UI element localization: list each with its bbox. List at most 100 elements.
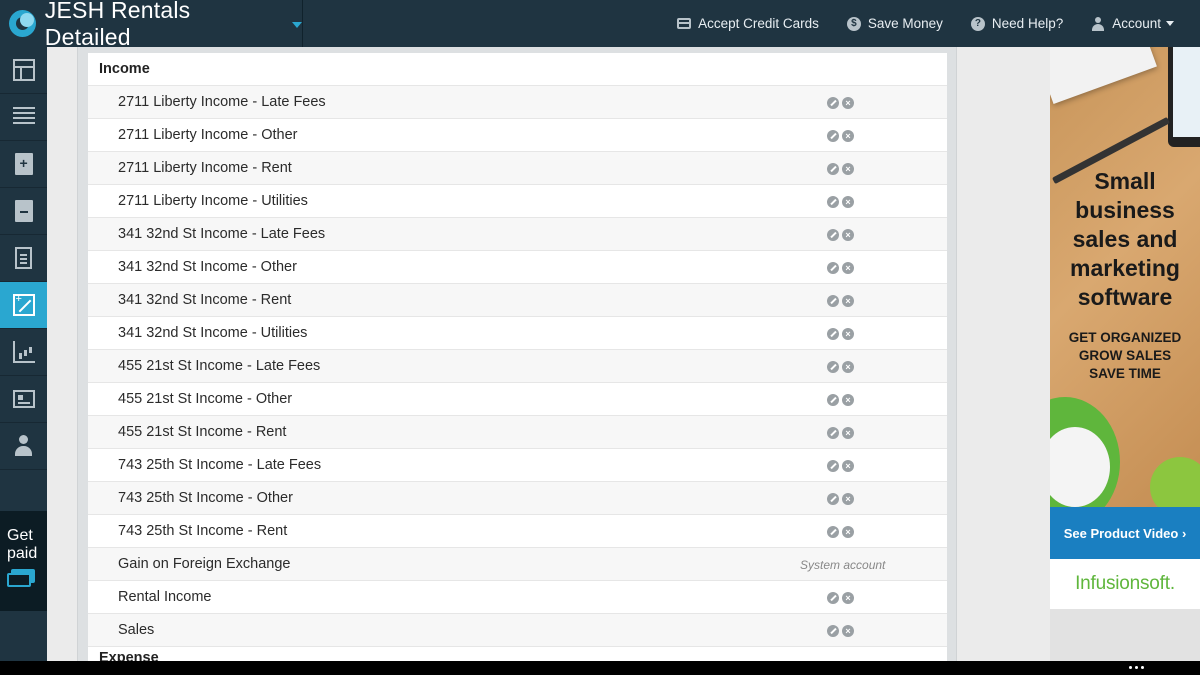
delete-icon[interactable]: × — [842, 591, 854, 604]
edit-icon[interactable] — [827, 327, 839, 340]
advertisement[interactable]: Small business sales and marketing softw… — [1050, 47, 1200, 661]
edit-icon[interactable] — [827, 525, 839, 538]
delete-icon[interactable]: × — [842, 393, 854, 406]
edit-icon[interactable] — [827, 426, 839, 439]
row-actions: × — [827, 251, 854, 284]
ad-subline-line: GET ORGANIZED — [1068, 330, 1182, 345]
account-row[interactable]: 2711 Liberty Income - Late Fees × — [88, 86, 947, 119]
infusionsoft-logo[interactable]: Infusionsoft. — [1050, 559, 1200, 609]
delete-icon[interactable]: × — [842, 426, 854, 439]
edit-icon[interactable] — [827, 393, 839, 406]
account-row[interactable]: 341 32nd St Income - Late Fees × — [88, 218, 947, 251]
account-row[interactable]: 341 32nd St Income - Other × — [88, 251, 947, 284]
edit-icon[interactable] — [827, 294, 839, 307]
account-row[interactable]: 743 25th St Income - Late Fees × — [88, 449, 947, 482]
account-row[interactable]: 2711 Liberty Income - Other × — [88, 119, 947, 152]
edit-icon[interactable] — [827, 591, 839, 604]
ad-headline-line: Small — [1094, 168, 1156, 194]
delete-icon[interactable]: × — [842, 327, 854, 340]
account-row[interactable]: 341 32nd St Income - Utilities × — [88, 317, 947, 350]
delete-icon[interactable]: × — [842, 459, 854, 472]
payment-cards-icon — [7, 569, 35, 587]
account-row[interactable]: Gain on Foreign Exchange System account — [88, 548, 947, 581]
accounts-table: Income 2711 Liberty Income - Late Fees × 2… — [88, 53, 947, 661]
account-name: 743 25th St Income - Other — [118, 490, 293, 506]
edit-icon[interactable] — [827, 624, 839, 637]
system-account-label: System account — [800, 557, 886, 572]
chevron-down-icon — [292, 21, 302, 28]
account-menu[interactable]: Account — [1091, 16, 1174, 31]
people-icon — [13, 435, 35, 457]
sidebar-item-bills[interactable] — [0, 188, 47, 235]
edit-icon[interactable] — [827, 459, 839, 472]
edit-icon[interactable] — [827, 228, 839, 241]
account-row[interactable]: 341 32nd St Income - Rent × — [88, 284, 947, 317]
delete-icon[interactable]: × — [842, 525, 854, 538]
accounts-rows: 2711 Liberty Income - Late Fees × 2711 Lib… — [88, 86, 947, 647]
row-actions: × — [827, 383, 854, 416]
need-help-link[interactable]: ? Need Help? — [970, 16, 1064, 31]
edit-icon[interactable] — [827, 96, 839, 109]
account-row[interactable]: Rental Income × — [88, 581, 947, 614]
delete-icon[interactable]: × — [842, 129, 854, 142]
delete-icon[interactable]: × — [842, 96, 854, 109]
account-row[interactable]: 743 25th St Income - Other × — [88, 482, 947, 515]
account-row[interactable]: 2711 Liberty Income - Rent × — [88, 152, 947, 185]
delete-icon[interactable]: × — [842, 228, 854, 241]
account-name: 455 21st St Income - Other — [118, 391, 293, 407]
account-row[interactable]: 455 21st St Income - Other × — [88, 383, 947, 416]
edit-icon[interactable] — [827, 492, 839, 505]
accept-credit-cards-label: Accept Credit Cards — [698, 16, 819, 31]
delete-icon[interactable]: × — [842, 624, 854, 637]
company-switcher[interactable]: JESH Rentals Detailed — [0, 0, 303, 50]
delete-icon[interactable]: × — [842, 195, 854, 208]
see-product-video-button[interactable]: See Product Video › — [1050, 507, 1200, 559]
row-actions: × — [827, 581, 854, 614]
account-row[interactable]: Sales × — [88, 614, 947, 647]
account-row[interactable]: 455 21st St Income - Rent × — [88, 416, 947, 449]
wave-logo-icon — [9, 10, 36, 37]
get-paid-line2: paid — [7, 545, 38, 562]
account-name: 2711 Liberty Income - Late Fees — [118, 94, 326, 110]
sidebar-item-dashboard[interactable] — [0, 47, 47, 94]
plus-minus-icon — [12, 294, 35, 316]
account-name: 341 32nd St Income - Utilities — [118, 325, 308, 341]
row-actions: × — [827, 152, 854, 185]
delete-icon[interactable]: × — [842, 294, 854, 307]
get-paid-button[interactable]: Get paid — [0, 511, 47, 611]
delete-icon[interactable]: × — [842, 261, 854, 274]
sidebar-item-customers[interactable] — [0, 423, 47, 470]
sidebar-item-new-invoice[interactable] — [0, 141, 47, 188]
account-row[interactable]: 2711 Liberty Income - Utilities × — [88, 185, 947, 218]
account-name: 2711 Liberty Income - Rent — [118, 160, 292, 176]
account-name: 743 25th St Income - Rent — [118, 523, 288, 539]
delete-icon[interactable]: × — [842, 162, 854, 175]
delete-icon[interactable]: × — [842, 360, 854, 373]
top-bar: JESH Rentals Detailed Accept Credit Card… — [0, 0, 1200, 50]
sidebar-item-reports[interactable] — [0, 329, 47, 376]
edit-icon[interactable] — [827, 129, 839, 142]
edit-icon[interactable] — [827, 162, 839, 175]
save-money-link[interactable]: $ Save Money — [846, 16, 943, 31]
ad-headline-line: business — [1075, 197, 1175, 223]
edit-icon[interactable] — [827, 360, 839, 373]
edit-icon[interactable] — [827, 261, 839, 274]
sidebar-item-accounting[interactable] — [0, 282, 47, 329]
account-label: Account — [1112, 16, 1161, 31]
chart-icon — [12, 341, 35, 363]
account-name: 455 21st St Income - Rent — [118, 424, 287, 440]
need-help-label: Need Help? — [991, 16, 1064, 31]
row-actions: × — [827, 614, 854, 647]
edit-icon[interactable] — [827, 195, 839, 208]
row-actions: × — [827, 350, 854, 383]
account-row[interactable]: 743 25th St Income - Rent × — [88, 515, 947, 548]
sidebar-item-payroll[interactable] — [0, 376, 47, 423]
sidebar-item-transactions[interactable] — [0, 94, 47, 141]
more-dots-icon[interactable] — [1126, 666, 1144, 669]
account-row[interactable]: 455 21st St Income - Late Fees × — [88, 350, 947, 383]
delete-icon[interactable]: × — [842, 492, 854, 505]
sidebar-item-receipts[interactable] — [0, 235, 47, 282]
row-actions: × — [827, 86, 854, 119]
accept-credit-cards-link[interactable]: Accept Credit Cards — [677, 16, 819, 31]
row-actions: × — [827, 119, 854, 152]
